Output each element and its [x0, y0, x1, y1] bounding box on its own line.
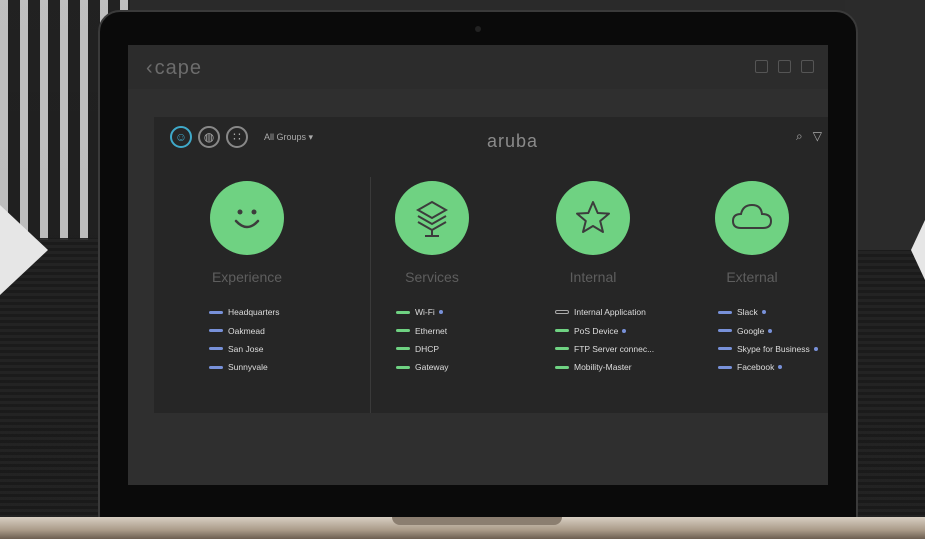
status-bar [555, 310, 569, 315]
column-title: Experience [211, 269, 283, 285]
cape-logo[interactable]: ‹cape [146, 57, 202, 80]
status-bar [555, 365, 569, 369]
list-icon[interactable] [778, 60, 791, 73]
next-slide-arrow-icon[interactable] [911, 220, 925, 280]
list-item[interactable]: San Jose [167, 340, 327, 358]
star-icon[interactable] [556, 181, 630, 255]
info-dot-icon [622, 328, 627, 333]
column-services[interactable]: Services Wi-Fi Ethernet DHCP Gateway [352, 181, 512, 377]
settings-icon[interactable] [755, 60, 768, 73]
status-bar [555, 329, 569, 333]
column-title: External [726, 269, 778, 285]
list-item[interactable]: FTP Server connec... [513, 340, 673, 358]
info-dot-icon [813, 346, 818, 351]
column-items: Slack Google Skype for Business Facebook [672, 303, 828, 377]
list-item[interactable]: Oakmead [167, 321, 327, 339]
status-bar [209, 310, 223, 314]
list-item[interactable]: Gateway [352, 358, 512, 376]
back-chevron-icon: ‹ [146, 57, 154, 79]
list-item[interactable]: Wi-Fi [352, 303, 512, 321]
dashboard-panel: ☺ ◍ ∷ All Groups ▾ aruba ⌕ ▽ Experience … [154, 117, 828, 413]
smiley-icon[interactable]: ☺ [170, 126, 192, 148]
column-items: Internal Application PoS Device FTP Serv… [513, 303, 673, 377]
column-items: Headquarters Oakmead San Jose Sunnyvale [167, 303, 327, 377]
status-bar [396, 310, 410, 314]
apps-icon[interactable]: ∷ [226, 126, 248, 148]
info-dot-icon [778, 365, 783, 370]
globe-icon[interactable]: ◍ [198, 126, 220, 148]
column-internal[interactable]: Internal Internal Application PoS Device… [513, 181, 673, 377]
tool-icons: ⌕ ▽ [796, 129, 822, 144]
status-bar [209, 365, 223, 369]
cloud-icon[interactable] [715, 181, 789, 255]
list-item[interactable]: Ethernet [352, 321, 512, 339]
group-selector: ☺ ◍ ∷ All Groups ▾ [170, 126, 313, 148]
status-bar [396, 347, 410, 351]
status-bar [718, 329, 732, 333]
status-bar [396, 329, 410, 333]
all-groups-dropdown[interactable]: All Groups ▾ [264, 132, 313, 143]
status-bar [718, 347, 732, 351]
topbar-icons [755, 60, 814, 73]
list-item[interactable]: Sunnyvale [167, 358, 327, 376]
list-item[interactable]: Google [672, 321, 828, 339]
status-bar [396, 365, 410, 369]
status-bar [209, 329, 223, 333]
column-external[interactable]: External Slack Google Skype for Business… [672, 181, 828, 377]
list-item[interactable]: Internal Application [513, 303, 673, 321]
brand-title: aruba [487, 131, 539, 151]
status-bar [718, 310, 732, 314]
info-dot-icon [768, 328, 773, 333]
laptop-notch [392, 517, 562, 525]
list-item[interactable]: Slack [672, 303, 828, 321]
list-item[interactable]: Mobility-Master [513, 358, 673, 376]
list-item[interactable]: Headquarters [167, 303, 327, 321]
status-bar [555, 347, 569, 351]
prev-slide-arrow-icon[interactable] [0, 205, 48, 295]
list-item[interactable]: Skype for Business [672, 340, 828, 358]
column-experience[interactable]: Experience Headquarters Oakmead San Jose… [167, 181, 327, 377]
smiley-icon[interactable] [210, 181, 284, 255]
info-dot-icon [761, 310, 766, 315]
app-topbar: ‹cape [128, 45, 828, 89]
status-bar [718, 365, 732, 369]
column-items: Wi-Fi Ethernet DHCP Gateway [352, 303, 512, 377]
camera-icon [475, 26, 481, 32]
list-item[interactable]: DHCP [352, 340, 512, 358]
filter-icon[interactable]: ▽ [813, 129, 822, 144]
user-icon[interactable] [801, 60, 814, 73]
search-icon[interactable]: ⌕ [796, 129, 803, 144]
layers-icon[interactable] [395, 181, 469, 255]
column-title: Internal [569, 269, 617, 285]
list-item[interactable]: Facebook [672, 358, 828, 376]
laptop-screen: ‹cape ☺ ◍ ∷ All Groups ▾ aruba ⌕ ▽ Exper… [128, 45, 828, 485]
status-bar [209, 347, 223, 351]
list-item[interactable]: PoS Device [513, 321, 673, 339]
column-title: Services [405, 269, 459, 285]
info-dot-icon [438, 310, 443, 315]
